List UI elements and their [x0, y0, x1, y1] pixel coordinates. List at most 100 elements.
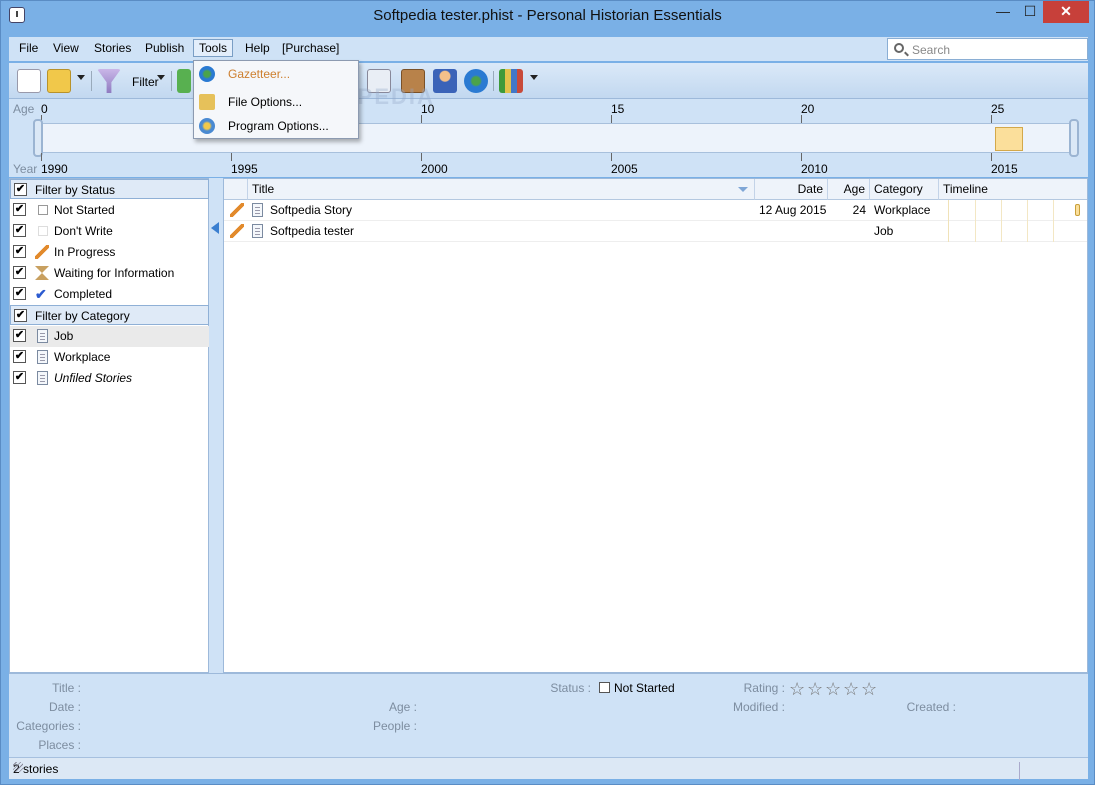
column-header-timeline[interactable]: Timeline [939, 179, 1087, 200]
menu-item-file-options[interactable]: File Options... [196, 90, 356, 114]
menu-purchase[interactable]: [Purchase] [282, 41, 339, 55]
open-folder-icon[interactable] [47, 69, 71, 93]
toolbar-separator [91, 71, 92, 91]
table-row[interactable]: Softpedia tester Job [224, 221, 1087, 242]
status-waiting[interactable]: ✔ Waiting for Information [10, 263, 209, 284]
year-tick [231, 153, 232, 161]
checkbox[interactable]: ✔ [13, 371, 26, 384]
search-box[interactable]: Search [887, 38, 1088, 60]
blank-icon [38, 226, 48, 236]
status-completed[interactable]: ✔ ✔ Completed [10, 284, 209, 305]
status-not-started[interactable]: ✔ Not Started [10, 200, 209, 221]
rating-star-icon[interactable]: ☆ [789, 679, 805, 700]
minimize-button[interactable]: — [989, 1, 1017, 23]
open-dropdown-arrow[interactable] [77, 75, 85, 80]
menu-help[interactable]: Help [245, 41, 270, 55]
status-label: Completed [54, 287, 113, 301]
checkbox[interactable]: ✔ [13, 350, 26, 363]
menu-view[interactable]: View [53, 41, 79, 55]
checkbox[interactable]: ✔ [13, 224, 26, 237]
checkbox[interactable]: ✔ [13, 203, 26, 216]
status-bar: 2 stories [9, 757, 1088, 780]
timeline-end-handle[interactable] [1069, 119, 1079, 157]
category-job[interactable]: ✔ Job [10, 326, 209, 347]
filter-dropdown-arrow[interactable] [157, 75, 165, 80]
search-icon [894, 43, 904, 53]
column-label: Timeline [943, 182, 988, 196]
person-icon[interactable] [433, 69, 457, 93]
status-label: Not Started [54, 203, 115, 217]
maximize-button[interactable]: ☐ [1017, 1, 1043, 23]
rating-star-icon[interactable]: ☆ [825, 679, 841, 700]
checkbox[interactable]: ✔ [13, 287, 26, 300]
column-header-category[interactable]: Category [870, 179, 939, 200]
timeline-gridline [975, 200, 976, 221]
cell-age: 24 [852, 203, 866, 217]
globe-icon [199, 66, 215, 82]
timeline-start-handle[interactable] [33, 119, 43, 157]
books-dropdown-arrow[interactable] [530, 75, 538, 80]
resize-grip-icon[interactable] [13, 762, 23, 772]
rating-star-icon[interactable]: ☆ [807, 679, 823, 700]
rating-star-icon[interactable]: ☆ [843, 679, 859, 700]
filter-status-checkbox[interactable]: ✔ [14, 183, 27, 196]
status-in-progress[interactable]: ✔ In Progress [10, 242, 209, 263]
rating-star-icon[interactable]: ☆ [861, 679, 877, 700]
filter-category-checkbox[interactable]: ✔ [14, 309, 27, 322]
status-box-icon [599, 682, 610, 693]
menu-publish[interactable]: Publish [145, 41, 184, 55]
year-tick-label: 2015 [991, 162, 1018, 176]
year-tick [41, 153, 42, 161]
column-header-age[interactable]: Age [828, 179, 870, 200]
filter-button[interactable]: Filter [132, 75, 159, 89]
checkbox[interactable]: ✔ [13, 329, 26, 342]
timeline-gridline [1027, 200, 1028, 221]
cell-title: Softpedia Story [270, 203, 353, 217]
column-label: Category [874, 182, 923, 196]
books-icon[interactable] [499, 69, 523, 93]
age-tick [611, 115, 612, 123]
program-settings-icon [199, 118, 215, 134]
menu-stories[interactable]: Stories [94, 41, 131, 55]
close-button[interactable]: ✕ [1043, 1, 1089, 23]
new-file-icon[interactable] [17, 69, 41, 93]
checkbox[interactable]: ✔ [13, 245, 26, 258]
column-header-title[interactable]: Title [248, 179, 755, 200]
menu-item-program-options[interactable]: Program Options... [196, 114, 356, 138]
globe-icon[interactable] [464, 69, 488, 93]
column-label: Age [843, 182, 865, 196]
menu-tools[interactable]: Tools [193, 39, 234, 57]
filter-icon[interactable] [97, 69, 121, 93]
panel-splitter[interactable] [209, 178, 223, 673]
age-tick [421, 115, 422, 123]
filter-status-header[interactable]: ✔ Filter by Status [10, 179, 209, 199]
document-icon [252, 224, 263, 238]
status-dont-write[interactable]: ✔ Don't Write [10, 221, 209, 242]
search-input[interactable]: Search [912, 43, 950, 57]
collapse-arrow-icon[interactable] [211, 222, 219, 234]
menu-item-gazetteer[interactable]: Gazetteer... [196, 62, 356, 86]
window-title: Softpedia tester.phist - Personal Histor… [373, 7, 722, 24]
timeline-event-marker[interactable] [995, 127, 1023, 151]
age-tick-label: 25 [991, 102, 1005, 116]
icon-column-header[interactable] [224, 179, 248, 200]
checkbox[interactable]: ✔ [13, 266, 26, 279]
age-caption: Age [13, 102, 35, 116]
categories-label: Categories : [16, 719, 81, 733]
title-bar: Softpedia tester.phist - Personal Histor… [1, 1, 1094, 33]
column-label: Title [252, 182, 275, 196]
table-row[interactable]: Softpedia Story 12 Aug 2015 24 Workplace [224, 200, 1087, 221]
category-label: Unfiled Stories [54, 371, 133, 385]
category-workplace[interactable]: ✔ Workplace [10, 347, 209, 368]
add-story-icon[interactable] [177, 69, 191, 93]
timeline-gridline [1001, 200, 1002, 221]
timeline-event-marker [1075, 204, 1080, 216]
column-header-date[interactable]: Date [755, 179, 828, 200]
toolbar-separator [171, 71, 172, 91]
timeline-gridline [1053, 221, 1054, 242]
menu-file[interactable]: File [19, 41, 38, 55]
year-tick [991, 153, 992, 161]
pencil-icon [230, 224, 244, 238]
category-unfiled[interactable]: ✔ Unfiled Stories [10, 368, 209, 389]
filter-category-header[interactable]: ✔ Filter by Category [10, 305, 209, 325]
